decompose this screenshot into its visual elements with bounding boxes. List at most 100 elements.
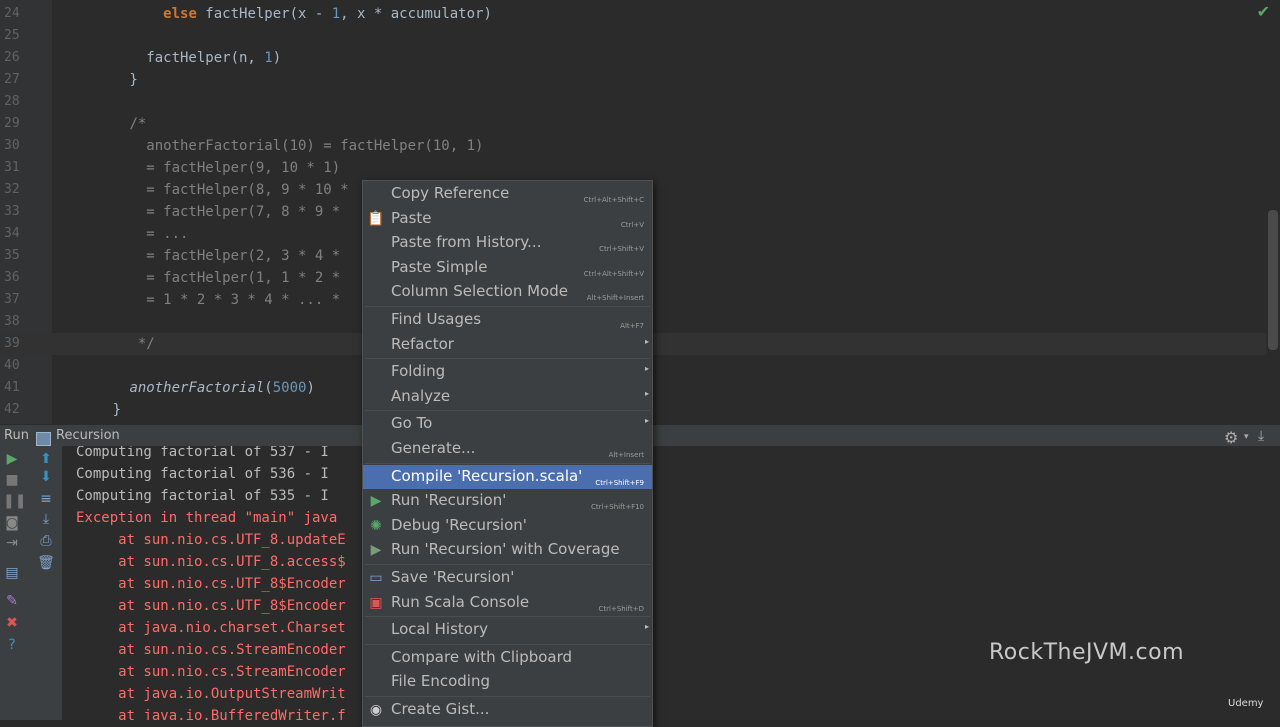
code-line[interactable]: 25 [0,25,1266,47]
menu-item-file-encoding[interactable]: File Encoding [363,670,652,694]
code-line[interactable]: 26 factHelper(n, 1) [0,47,1266,69]
menu-item-create-gist[interactable]: ◉ Create Gist... [363,698,652,722]
code-text: = factHelper(8, 9 * 10 * [62,182,349,198]
line-number: 24 [4,6,20,21]
code-line[interactable]: 27 } [0,69,1266,91]
line-number: 30 [4,138,20,153]
menu-item-label: File Encoding [391,672,490,691]
menu-item-label: Save 'Recursion' [391,568,515,586]
code-text: else factHelper(x - 1, x * accumulator) [163,6,492,22]
down-arrow-icon[interactable]: ⬇ [37,468,55,486]
code-line[interactable]: 29 /* [0,113,1266,135]
line-number: 26 [4,50,20,65]
line-number: 32 [4,182,20,197]
pause-icon[interactable]: ❚❚ [3,492,26,510]
menu-item-label: Refactor [391,334,454,353]
print-icon[interactable]: ⎙ [37,532,55,550]
run-tool-title: Run [4,428,29,443]
line-number: 29 [4,116,20,131]
menu-item-run-with-coverage[interactable]: ▶ Run 'Recursion' with Coverage [363,538,652,562]
menu-item-label: Find Usages [391,310,482,328]
close-icon[interactable]: ✖ [3,614,21,632]
submenu-arrow-icon: ▸ [644,336,649,346]
menu-item-local-history[interactable]: Local History ▸ [363,618,652,642]
line-number: 31 [4,160,20,175]
menu-item-analyze[interactable]: Analyze ▸ [363,385,652,409]
menu-item-compare-with-clipboard[interactable]: Compare with Clipboard [363,646,652,670]
menu-item-label: Analyze [391,386,451,405]
code-line[interactable]: 31 = factHelper(9, 10 * 1) [0,157,1266,179]
settings-gear-icon[interactable]: ⚙ [1224,428,1238,447]
console-error-line: at sun.nio.cs.UTF_8.updateE [76,532,346,548]
menu-item-label: Folding [391,362,446,381]
stop-icon[interactable]: ■ [3,471,21,489]
debug-icon: ✺ [370,517,382,534]
console-line: Computing factorial of 536 - I [76,466,329,482]
menu-item-shortcut: Alt+F7 [620,322,644,330]
code-line[interactable]: 30 anotherFactorial(10) = factHelper(10,… [0,135,1266,157]
help-icon[interactable]: ? [3,636,21,654]
exit-icon[interactable]: ⇥ [3,534,21,552]
menu-separator [365,643,650,645]
menu-item-shortcut: Ctrl+Shift+D [598,604,645,613]
up-arrow-icon[interactable]: ⬆ [37,450,55,468]
pin-icon[interactable]: ✎ [3,592,21,610]
dump-threads-icon[interactable]: ◙ [3,514,21,532]
code-line[interactable]: 24 else factHelper(x - 1, x * accumulato… [0,3,1266,25]
console-error-line: Exception in thread "main" java [76,510,338,526]
menu-separator [365,696,650,697]
menu-item-refactor[interactable]: Refactor ▸ [363,333,652,357]
menu-item-shortcut: Ctrl+V [620,220,644,229]
code-text: = 1 * 2 * 3 * 4 * ... * [62,292,341,308]
menu-item-run[interactable]: ▶ Run 'Recursion' Ctrl+Shift+F10 [363,489,652,513]
menu-item-go-to[interactable]: Go To ▸ [363,412,652,436]
line-number: 35 [4,248,20,263]
menu-item-label: Paste Simple [391,257,488,276]
menu-item-label: Go To [391,414,433,433]
menu-item-paste-simple[interactable]: Paste Simple Ctrl+Alt+Shift+V [363,256,652,280]
menu-item-label: Generate... [391,439,476,457]
menu-item-copy-reference[interactable]: Copy Reference Ctrl+Alt+Shift+C [363,182,652,206]
menu-item-find-usages[interactable]: Find Usages Alt+F7 [363,308,652,332]
chevron-down-icon[interactable]: ▾ [1244,432,1249,442]
udemy-logo: Udemy [1228,698,1264,709]
line-number: 28 [4,94,20,109]
clear-all-icon[interactable]: 🗑 [37,554,55,572]
menu-item-paste[interactable]: 📋 Paste Ctrl+V [363,207,652,231]
menu-item-folding[interactable]: Folding ▸ [363,360,652,384]
layout-icon[interactable]: ▤ [3,564,21,582]
rerun-icon[interactable]: ▶ [3,450,21,468]
soft-wrap-icon[interactable]: ≡ [37,490,55,508]
menu-item-run-scala-console[interactable]: ▣ Run Scala Console Ctrl+Shift+D [363,591,652,615]
menu-item-label: Run Scala Console [391,592,530,611]
menu-item-shortcut: Ctrl+Shift+V [599,245,644,254]
menu-item-paste-from-history[interactable]: Paste from History... Ctrl+Shift+V [363,231,652,255]
save-config-icon: ▭ [369,570,383,586]
menu-item-shortcut: Alt+Insert [608,451,644,459]
console-line: Computing factorial of 535 - I [76,488,329,504]
editor-context-menu: Copy Reference Ctrl+Alt+Shift+C 📋 Paste Ctrl… [362,180,653,727]
menu-item-debug[interactable]: ✺ Debug 'Recursion' [363,514,652,538]
code-text: = factHelper(7, 8 * 9 * [62,204,341,220]
line-number: 27 [4,72,20,87]
clipboard-icon: 📋 [367,210,385,227]
line-number: 33 [4,204,20,219]
hide-panel-icon[interactable]: ⤓ [1258,428,1264,444]
editor-scrollbar[interactable] [1268,210,1278,350]
submenu-arrow-icon: ▸ [644,388,649,398]
code-line[interactable]: 28 [0,91,1266,113]
menu-separator [365,306,650,307]
code-text: /* [129,116,147,132]
menu-item-shortcut: Alt+Shift+Insert [586,294,644,303]
line-number: 39 [4,336,20,351]
menu-item-compile[interactable]: Compile 'Recursion.scala' Ctrl+Shift+F9 [363,464,652,489]
menu-item-label: Column Selection Mode [391,282,568,301]
console-error-line: at sun.nio.cs.StreamEncoder [76,664,346,680]
menu-item-save[interactable]: ▭ Save 'Recursion' [363,566,652,590]
menu-item-column-selection-mode[interactable]: Column Selection Mode Alt+Shift+Insert [363,280,652,304]
tab-recursion[interactable]: Recursion [56,428,120,443]
console-output[interactable]: Computing factorial of 537 - I Computing … [62,446,1280,720]
scroll-to-end-icon[interactable]: ⤓ [37,510,55,528]
menu-item-shortcut: Ctrl+Alt+Shift+C [583,196,644,204]
menu-item-generate[interactable]: Generate... Alt+Insert [363,437,652,461]
